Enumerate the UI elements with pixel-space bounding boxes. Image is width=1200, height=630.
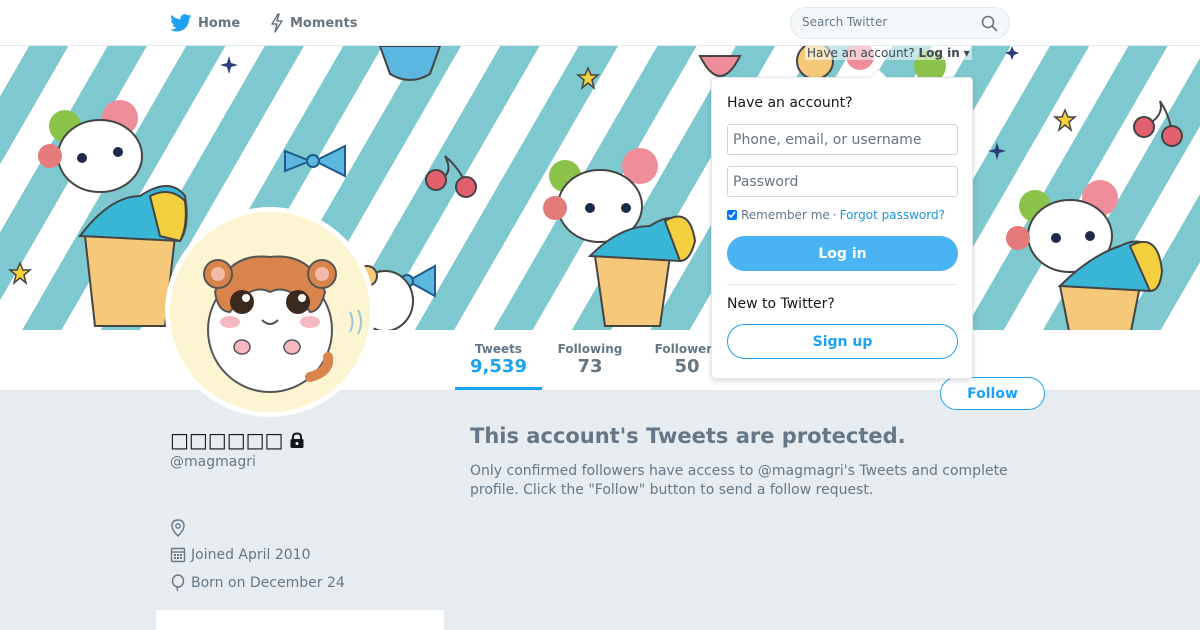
location-pin-icon — [171, 519, 185, 537]
remember-row: Remember me · Forgot password? — [727, 208, 945, 222]
nav-moments-label: Moments — [290, 15, 358, 31]
stat-tweets-label: Tweets — [474, 342, 523, 356]
avatar[interactable] — [165, 207, 375, 417]
divider — [727, 284, 958, 285]
profile-birthday-text: Born on December 24 — [191, 575, 345, 591]
account-prompt: Have an account? — [807, 46, 915, 60]
stat-tweets[interactable]: Tweets 9,539 — [455, 330, 542, 390]
nav-home[interactable]: Home — [170, 0, 240, 46]
username-field[interactable] — [727, 124, 958, 155]
signup-button[interactable]: Sign up — [727, 324, 958, 359]
stat-following[interactable]: Following 73 — [550, 330, 630, 390]
protected-title: This account's Tweets are protected. — [470, 424, 906, 448]
profile-birthday: Born on December 24 — [170, 574, 345, 592]
nav-home-label: Home — [198, 15, 241, 31]
profile-handle[interactable]: @magmagri — [170, 454, 256, 470]
stat-tweets-value: 9,539 — [470, 356, 527, 377]
account-menu[interactable]: Have an account? Log in ▾ — [805, 46, 972, 60]
avatar-hamster-image — [170, 212, 370, 412]
search-input[interactable] — [802, 15, 972, 29]
remember-separator: · — [832, 208, 837, 222]
profile-joined-text: Joined April 2010 — [191, 546, 311, 563]
stat-following-label: Following — [557, 342, 623, 356]
login-dropdown: Have an account? Remember me · Forgot pa… — [711, 68, 973, 379]
follow-button[interactable]: Follow — [940, 377, 1045, 410]
lock-icon — [290, 431, 304, 448]
profile-name-text: □□□□□□ — [170, 428, 284, 452]
nav-moments[interactable]: Moments — [270, 0, 357, 46]
calendar-icon — [170, 547, 186, 563]
search-icon[interactable] — [981, 15, 998, 32]
password-field[interactable] — [727, 166, 958, 197]
login-menu-link[interactable]: Log in — [918, 46, 959, 60]
twitter-bird-icon — [170, 14, 192, 32]
balloon-icon — [171, 574, 185, 592]
top-nav: Home Moments — [0, 0, 1200, 46]
profile-joined: Joined April 2010 — [170, 546, 311, 563]
remember-me-checkbox[interactable] — [727, 210, 737, 220]
login-dropdown-title: Have an account? — [727, 95, 853, 111]
profile-name: □□□□□□ — [170, 428, 305, 452]
login-button[interactable]: Log in — [727, 236, 958, 271]
lightning-icon — [271, 13, 283, 33]
new-to-twitter-label: New to Twitter? — [727, 296, 835, 312]
chevron-down-icon: ▾ — [959, 46, 970, 60]
search-box[interactable] — [790, 7, 1010, 39]
sidebar-card — [156, 610, 444, 630]
protected-body: Only confirmed followers have access to … — [470, 463, 1008, 498]
forgot-password-link[interactable]: Forgot password? — [840, 208, 945, 222]
profile-location — [170, 519, 191, 537]
remember-me-label[interactable]: Remember me — [741, 208, 830, 222]
stat-following-value: 73 — [577, 356, 603, 377]
